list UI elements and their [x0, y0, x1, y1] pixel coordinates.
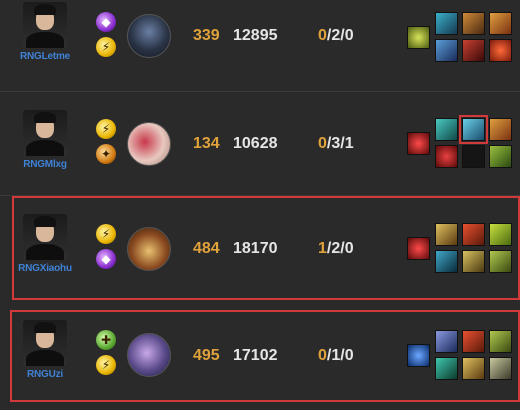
- item-icon[interactable]: [435, 330, 458, 353]
- flash-icon: ⚡: [96, 355, 116, 375]
- player-name[interactable]: RNGXiaohu: [14, 263, 76, 274]
- item-icon[interactable]: [462, 12, 485, 35]
- item-icon[interactable]: [489, 250, 512, 273]
- flash-icon: ⚡: [96, 37, 116, 57]
- creep-score: 134: [193, 135, 220, 152]
- assists: 0: [344, 27, 354, 44]
- item-icon[interactable]: [435, 118, 458, 141]
- item-icon[interactable]: [435, 145, 458, 168]
- assists: 1: [344, 135, 354, 152]
- trinket-icon[interactable]: [407, 344, 430, 367]
- trinket-icon[interactable]: [407, 132, 430, 155]
- item-icon[interactable]: [489, 223, 512, 246]
- player-info: RNGXiaohu: [14, 214, 76, 274]
- creep-score: 495: [193, 347, 220, 364]
- kda: 1/2/0: [318, 240, 354, 257]
- kda: 0/3/1: [318, 135, 354, 152]
- item-icon[interactable]: [435, 357, 458, 380]
- player-name[interactable]: RNGMlxg: [14, 159, 76, 170]
- item-icon[interactable]: [435, 12, 458, 35]
- gold-earned: 12895: [233, 27, 278, 44]
- item-icon[interactable]: [435, 223, 458, 246]
- deaths: 2: [331, 27, 341, 44]
- flash-icon: ⚡: [96, 224, 116, 244]
- player-name[interactable]: RNGUzi: [14, 369, 76, 380]
- player-row-letme[interactable]: RNGLetme ◆ ⚡ 339 12895 0/2/0: [0, 0, 520, 72]
- deaths: 3: [331, 135, 341, 152]
- heal-icon: ✚: [96, 330, 116, 350]
- item-icon[interactable]: [489, 357, 512, 380]
- summoner-spells: ◆ ⚡: [96, 12, 118, 62]
- trinket-icon[interactable]: [407, 237, 430, 260]
- item-icon[interactable]: [489, 330, 512, 353]
- gold-earned: 10628: [233, 135, 278, 152]
- trinket-icon[interactable]: [407, 26, 430, 49]
- item-icon[interactable]: [462, 357, 485, 380]
- player-info: RNGMlxg: [14, 110, 76, 170]
- champion-portrait[interactable]: [127, 333, 171, 377]
- player-photo: [23, 110, 67, 156]
- empty-item-slot: [462, 145, 485, 168]
- kills: 1: [318, 240, 327, 257]
- kills: 0: [318, 27, 327, 44]
- player-row-uzi[interactable]: RNGUzi ✚ ⚡ 495 17102 0/1/0: [0, 310, 520, 410]
- teleport-icon: ◆: [96, 12, 116, 32]
- player-info: RNGUzi: [14, 320, 76, 380]
- assists: 0: [344, 347, 354, 364]
- summoner-spells: ⚡ ✦: [96, 119, 118, 169]
- item-icon[interactable]: [435, 250, 458, 273]
- player-row-xiaohu[interactable]: RNGXiaohu ⚡ ◆ 484 18170 1/2/0: [0, 196, 520, 300]
- kills: 0: [318, 347, 327, 364]
- gold-earned: 17102: [233, 347, 278, 364]
- champion-portrait[interactable]: [127, 14, 171, 58]
- player-photo: [23, 214, 67, 260]
- deaths: 1: [331, 347, 341, 364]
- player-info: RNGLetme: [14, 2, 76, 62]
- kda: 0/1/0: [318, 347, 354, 364]
- item-slots: [407, 115, 515, 174]
- champion-portrait[interactable]: [127, 122, 171, 166]
- item-slots: [407, 12, 515, 68]
- deaths: 2: [331, 240, 341, 257]
- kills: 0: [318, 135, 327, 152]
- item-icon[interactable]: [462, 250, 485, 273]
- champion-portrait[interactable]: [127, 227, 171, 271]
- player-name[interactable]: RNGLetme: [14, 51, 76, 62]
- item-icon-selected[interactable]: [459, 115, 488, 144]
- player-photo: [23, 320, 67, 366]
- player-photo: [23, 2, 67, 48]
- summoner-spells: ✚ ⚡: [96, 330, 118, 380]
- summoner-spells: ⚡ ◆: [96, 224, 118, 274]
- item-icon[interactable]: [489, 39, 512, 62]
- creep-score: 339: [193, 27, 220, 44]
- item-icon[interactable]: [489, 118, 512, 141]
- flash-icon: ⚡: [96, 119, 116, 139]
- gold-earned: 18170: [233, 240, 278, 257]
- ignite-icon: ✦: [96, 144, 116, 164]
- item-icon[interactable]: [435, 39, 458, 62]
- item-icon[interactable]: [489, 12, 512, 35]
- player-row-mlxg[interactable]: RNGMlxg ⚡ ✦ 134 10628 0/3/1: [0, 92, 520, 196]
- item-icon[interactable]: [462, 39, 485, 62]
- item-slots: [407, 223, 515, 279]
- creep-score: 484: [193, 240, 220, 257]
- item-icon[interactable]: [462, 223, 485, 246]
- assists: 0: [344, 240, 354, 257]
- item-slots: [407, 330, 515, 386]
- kda: 0/2/0: [318, 27, 354, 44]
- item-icon[interactable]: [462, 330, 485, 353]
- item-icon[interactable]: [489, 145, 512, 168]
- teleport-icon: ◆: [96, 249, 116, 269]
